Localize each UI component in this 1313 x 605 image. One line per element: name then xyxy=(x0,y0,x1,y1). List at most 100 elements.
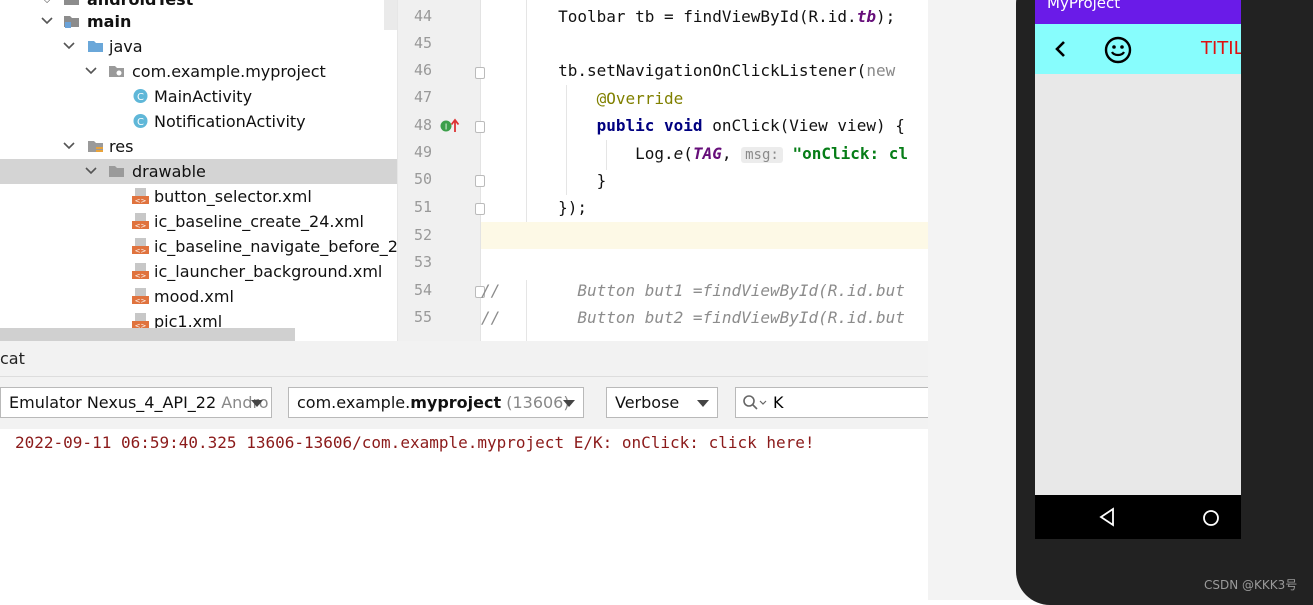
svg-text:<>: <> xyxy=(135,247,147,254)
code-line[interactable]: // Button but1 =findViewById(R.id.but xyxy=(481,277,928,304)
tree-item-java[interactable]: java xyxy=(0,34,397,59)
line-number: 53 xyxy=(413,253,432,271)
res-folder-icon xyxy=(88,141,103,152)
search-value: K xyxy=(773,393,784,412)
chevron-down-icon[interactable] xyxy=(62,140,76,152)
tree-item-label: main xyxy=(87,12,132,31)
tree-item-xml[interactable]: <> ic_baseline_create_24.xml xyxy=(0,209,397,234)
tree-item-label: com.example.myproject xyxy=(132,62,326,81)
nav-back-icon[interactable] xyxy=(1098,507,1116,527)
project-tree: ⌵ androidTest main java com.example.mypr… xyxy=(0,0,398,341)
svg-text:I: I xyxy=(445,123,447,132)
svg-text:<>: <> xyxy=(135,197,147,204)
tree-item-label: NotificationActivity xyxy=(154,112,306,131)
xml-file-icon: <> xyxy=(132,288,149,304)
line-number: 50 xyxy=(413,170,432,188)
log-line[interactable]: 2022-09-11 06:59:40.325 13606-13606/com.… xyxy=(15,433,815,452)
parameter-hint: msg: xyxy=(741,147,783,163)
device-select[interactable]: Emulator Nexus_4_API_22 Andro xyxy=(0,387,272,418)
log-search-input[interactable]: K xyxy=(735,387,928,418)
xml-file-icon: <> xyxy=(132,188,149,204)
line-number: 51 xyxy=(413,198,432,216)
search-icon[interactable] xyxy=(742,394,768,412)
tree-item-label: ic_baseline_create_24.xml xyxy=(154,212,364,231)
svg-text:C: C xyxy=(137,92,144,103)
tree-item-label: java xyxy=(109,37,143,56)
tree-item-res[interactable]: res xyxy=(0,134,397,159)
emulator-window: MyProject TITILE xyxy=(928,0,1313,605)
tree-item-package[interactable]: com.example.myproject xyxy=(0,59,397,84)
tree-item-mainactivity[interactable]: C MainActivity xyxy=(0,84,397,109)
xml-file-icon: <> xyxy=(132,263,149,279)
folder-icon xyxy=(64,16,79,28)
code-line[interactable]: } xyxy=(481,167,928,194)
tree-item-xml[interactable]: <> ic_baseline_navigate_before_24.xml xyxy=(0,234,398,259)
svg-text:<>: <> xyxy=(135,272,147,279)
tree-item-label: mood.xml xyxy=(154,287,234,306)
code-line[interactable]: public void onClick(View view) { xyxy=(481,112,928,139)
xml-file-icon: <> xyxy=(132,313,149,329)
code-line[interactable]: Toolbar tb = findViewById(R.id.tb); xyxy=(481,3,928,30)
process-select[interactable]: com.example.myproject (13606) xyxy=(288,387,584,418)
code-editor[interactable]: 44 45 46 47 48 49 50 51 52 53 54 55 I To… xyxy=(398,0,928,341)
chevron-down-icon xyxy=(251,400,263,407)
line-number: 54 xyxy=(413,281,432,299)
tree-item-label: drawable xyxy=(132,162,206,181)
app-title: MyProject xyxy=(1047,0,1121,12)
smiley-icon[interactable] xyxy=(1103,35,1133,65)
package-icon xyxy=(109,66,124,77)
chevron-down-icon[interactable] xyxy=(84,165,98,177)
tree-item-label: MainActivity xyxy=(154,87,253,106)
current-code-line[interactable] xyxy=(481,222,928,249)
tree-item-xml[interactable]: <> mood.xml xyxy=(0,284,397,309)
xml-file-icon: <> xyxy=(132,238,149,254)
tree-item-label: ic_launcher_background.xml xyxy=(154,262,383,281)
chevron-down-icon[interactable] xyxy=(84,65,98,77)
override-gutter-icon[interactable]: I xyxy=(439,117,461,135)
logcat-title: cat xyxy=(0,349,25,368)
tree-item-notificationactivity[interactable]: C NotificationActivity xyxy=(0,109,397,134)
chevron-down-icon xyxy=(697,400,709,407)
chevron-down-icon[interactable] xyxy=(62,40,76,52)
code-line[interactable]: tb.setNavigationOnClickListener(new xyxy=(481,57,928,84)
logcat-toolbar: Emulator Nexus_4_API_22 Andro com.exampl… xyxy=(0,377,928,429)
code-line[interactable]: @Override xyxy=(481,85,928,112)
vertical-scrollbar[interactable] xyxy=(384,0,397,30)
tree-item-xml[interactable]: <> ic_launcher_background.xml xyxy=(0,259,397,284)
logcat-panel: cat Emulator Nexus_4_API_22 Andro com.ex… xyxy=(0,341,928,600)
tree-item-label: button_selector.xml xyxy=(154,187,312,206)
line-number: 55 xyxy=(413,308,432,326)
line-number: 45 xyxy=(413,34,432,52)
svg-text:<>: <> xyxy=(135,297,147,304)
horizontal-scrollbar[interactable] xyxy=(0,328,295,341)
code-line[interactable]: }); xyxy=(481,194,928,221)
line-number: 47 xyxy=(413,88,432,106)
code-line[interactable]: // Button but2 =findViewById(R.id.but xyxy=(481,304,928,331)
tree-item-label: res xyxy=(109,137,134,156)
xml-file-icon: <> xyxy=(132,213,149,229)
tree-item-main[interactable]: main xyxy=(0,9,397,34)
tree-item-drawable[interactable]: drawable xyxy=(0,159,397,184)
code-line[interactable]: Log.e(TAG, msg: "onClick: cl xyxy=(481,140,928,167)
tree-item-label: ic_baseline_navigate_before_24.xml xyxy=(154,237,398,256)
nav-home-icon[interactable] xyxy=(1201,508,1221,528)
svg-text:C: C xyxy=(137,117,144,128)
device-screen[interactable]: MyProject TITILE xyxy=(1035,0,1241,539)
editor-gutter: 44 45 46 47 48 49 50 51 52 53 54 55 I xyxy=(398,0,485,341)
line-number: 48 xyxy=(413,116,432,134)
app-toolbar: TITILE xyxy=(1035,24,1241,74)
line-number: 52 xyxy=(413,226,432,244)
folder-icon xyxy=(64,0,79,5)
logcat-header: cat xyxy=(0,341,928,377)
line-number: 44 xyxy=(413,7,432,25)
back-arrow-icon[interactable] xyxy=(1053,40,1067,58)
line-number: 46 xyxy=(413,61,432,79)
line-number: 49 xyxy=(413,143,432,161)
chevron-down-icon xyxy=(563,400,575,407)
chevron-down-icon[interactable] xyxy=(40,15,54,27)
folder-icon xyxy=(88,41,103,52)
tree-item-xml[interactable]: <> button_selector.xml xyxy=(0,184,397,209)
watermark: CSDN @KKK3号 xyxy=(1204,578,1298,592)
log-level-select[interactable]: Verbose xyxy=(606,387,718,418)
app-title-bar: MyProject xyxy=(1035,0,1241,24)
